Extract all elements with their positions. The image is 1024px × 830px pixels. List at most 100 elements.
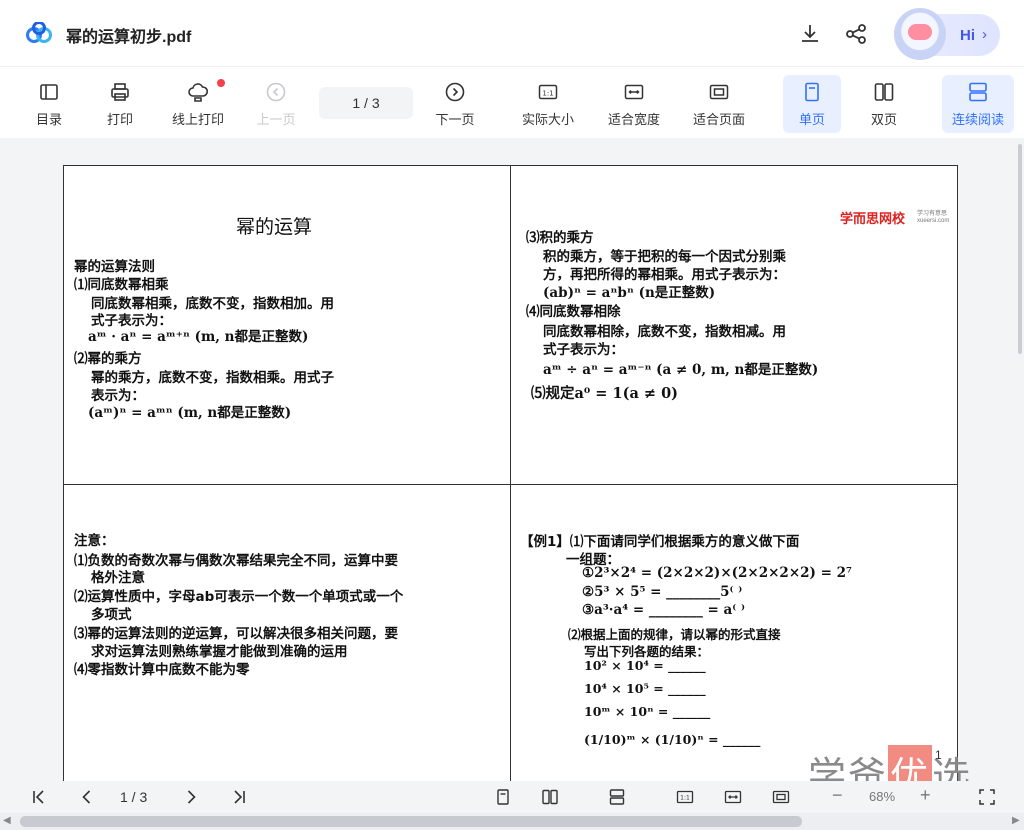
actual-size-button[interactable]: 1:1 实际大小	[512, 75, 584, 133]
single-page-label: 单页	[798, 112, 825, 127]
q4-formula: (1/10)ᵐ × (1/10)ⁿ = ______	[584, 732, 761, 747]
page-number-input[interactable]: 1 / 3	[319, 87, 413, 119]
prev-page-icon[interactable]	[78, 788, 96, 806]
vertical-scrollbar-thumb[interactable]	[1018, 144, 1022, 354]
actual-size-small-icon[interactable]: 1:1	[676, 788, 694, 806]
brand-subtitle: 学习有意思 xueersi.com	[917, 211, 950, 224]
watermark-superscript: 1	[935, 748, 942, 762]
q2-line: 式子表示为：	[543, 342, 624, 358]
q4-formula: ①2³×2⁴ = (2×2×2)×(2×2×2×2) = 2⁷	[582, 565, 852, 581]
continuous-read-icon	[969, 82, 987, 102]
toc-button[interactable]: 目录	[22, 75, 76, 133]
assistant-hi-button[interactable]: Hi ›	[894, 8, 1000, 60]
fit-page-icon	[709, 84, 729, 100]
download-icon[interactable]	[798, 22, 822, 46]
svg-text:1:1: 1:1	[680, 795, 690, 802]
online-print-label: 线上打印	[171, 112, 224, 127]
fullscreen-icon[interactable]	[978, 788, 996, 806]
bottom-page-indicator[interactable]: 1 / 3	[120, 789, 147, 805]
fit-width-button[interactable]: 适合宽度	[598, 75, 670, 133]
document-viewer[interactable]: 幂的运算 幂的运算法则 ⑴同底数幂相乘 同底数幂相乘，底数不变，指数相加。用 式…	[0, 138, 1016, 785]
next-page-icon[interactable]	[182, 788, 200, 806]
q2-line: 积的乘方，等于把积的每一个因式分别乘	[543, 249, 786, 265]
q1-line: 幂的乘方，底数不变，指数相乘。用式子	[91, 370, 334, 386]
q3-line: 注意：	[74, 533, 115, 549]
last-page-icon[interactable]	[230, 788, 248, 806]
horizontal-scrollbar-thumb[interactable]	[20, 816, 802, 827]
q1-line: ⑵幂的乘方	[74, 351, 142, 367]
document-title: 幂的运算初步.pdf	[66, 29, 192, 46]
assistant-avatar	[894, 8, 946, 60]
vertical-scrollbar[interactable]	[1016, 138, 1024, 781]
svg-text:1:1: 1:1	[542, 90, 553, 98]
q3-line: 多项式	[91, 607, 132, 623]
q4-line: 【例1】⑴下面请同学们根据乘方的意义做下面	[520, 534, 800, 550]
q4-formula: 10ᵐ × 10ⁿ = ______	[584, 704, 711, 719]
scroll-right-arrow-icon[interactable]: ▶	[1012, 815, 1020, 826]
toolbar: 目录 打印 线上打印 上一页 1 / 3 下一页 1:1 实际大小 适合宽度 适…	[0, 66, 1024, 139]
q2-line: ⑷同底数幂相除	[526, 304, 621, 320]
fit-width-label: 适合宽度	[607, 112, 660, 127]
q2-formula: ⑸规定a⁰ = 1(a ≠ 0)	[531, 385, 679, 402]
print-label: 打印	[106, 112, 133, 127]
double-page-icon	[874, 83, 894, 101]
cloud-print-icon	[188, 83, 209, 102]
actual-size-label: 实际大小	[521, 112, 574, 127]
q4-formula: 10⁴ × 10⁵ = ______	[584, 681, 706, 696]
q1-formula: (aᵐ)ⁿ = aᵐⁿ (m, n都是正整数)	[88, 405, 292, 421]
share-icon[interactable]	[844, 22, 868, 46]
horizontal-scrollbar[interactable]: ◀ ▶	[0, 813, 1024, 830]
q1-line: 幂的运算法则	[74, 259, 155, 275]
slide-divider-horizontal	[64, 484, 957, 485]
continuous-read-button[interactable]: 连续阅读	[942, 75, 1014, 133]
fit-page-label: 适合页面	[692, 112, 745, 127]
next-page-label: 下一页	[435, 112, 475, 127]
slide-divider-vertical	[510, 166, 511, 784]
pdf-page: 幂的运算 幂的运算法则 ⑴同底数幂相乘 同底数幂相乘，底数不变，指数相加。用 式…	[63, 165, 958, 785]
page-heading: 幂的运算	[236, 216, 313, 238]
q2-line: ⑶积的乘方	[526, 230, 594, 246]
zoom-level: 68%	[869, 789, 896, 804]
prev-page-button[interactable]: 上一页	[249, 75, 303, 133]
continuous-view-icon[interactable]	[608, 788, 626, 806]
single-page-button[interactable]: 单页	[783, 75, 841, 133]
q3-line: ⑷零指数计算中底数不能为零	[74, 662, 250, 678]
q3-line: ⑶幂的运算法则的逆运算，可以解决很多相关问题，要	[74, 626, 398, 642]
fit-width-small-icon[interactable]	[724, 788, 742, 806]
q2-line: 方，再把所得的幂相乘。用式子表示为：	[543, 267, 786, 283]
brand-logo-text: 学而思网校	[840, 211, 906, 226]
single-page-view-icon[interactable]	[494, 788, 512, 806]
chevron-right-circle-icon	[445, 82, 465, 102]
chevron-right-icon: ›	[982, 26, 987, 43]
next-page-button[interactable]: 下一页	[428, 75, 482, 133]
toc-label: 目录	[35, 112, 62, 127]
scroll-left-arrow-icon[interactable]: ◀	[3, 815, 11, 826]
q3-line: 求对运算法则熟练掌握才能做到准确的运用	[91, 644, 348, 660]
bottom-bar: 1 / 3 1:1 − 68% +	[0, 781, 1024, 813]
q2-formula: (ab)ⁿ = aⁿbⁿ (n是正整数)	[543, 285, 716, 301]
continuous-read-label: 连续阅读	[951, 112, 1004, 127]
header-bar: 幂的运算初步.pdf Hi ›	[0, 0, 1024, 66]
toc-icon	[40, 84, 58, 100]
prev-page-label: 上一页	[256, 112, 296, 127]
fit-page-small-icon[interactable]	[772, 788, 790, 806]
double-page-button[interactable]: 双页	[855, 75, 913, 133]
q3-line: ⑵运算性质中，字母ab可表示一个数一个单项式或一个	[74, 589, 404, 605]
double-page-view-icon[interactable]	[541, 788, 559, 806]
single-page-icon	[805, 82, 819, 102]
chevron-left-circle-icon	[266, 82, 286, 102]
q4-formula: ②5³ × 5⁵ = ________5⁽ ⁾	[582, 584, 743, 600]
first-page-icon[interactable]	[30, 788, 48, 806]
q4-formula: ③a³·a⁴ = ________ = a⁽ ⁾	[582, 602, 746, 618]
notification-dot	[217, 79, 225, 87]
q2-line: 同底数幂相除，底数不变，指数相减。用	[543, 324, 786, 340]
zoom-in-button[interactable]: +	[920, 785, 931, 806]
zoom-out-button[interactable]: −	[832, 785, 843, 806]
fit-page-button[interactable]: 适合页面	[683, 75, 755, 133]
print-button[interactable]: 打印	[93, 75, 147, 133]
assistant-face	[908, 24, 932, 40]
q1-formula: aᵐ · aⁿ = aᵐ⁺ⁿ (m, n都是正整数)	[88, 329, 309, 345]
q3-line: 格外注意	[91, 570, 145, 586]
actual-size-icon: 1:1	[538, 84, 558, 100]
fit-width-icon	[624, 84, 644, 100]
